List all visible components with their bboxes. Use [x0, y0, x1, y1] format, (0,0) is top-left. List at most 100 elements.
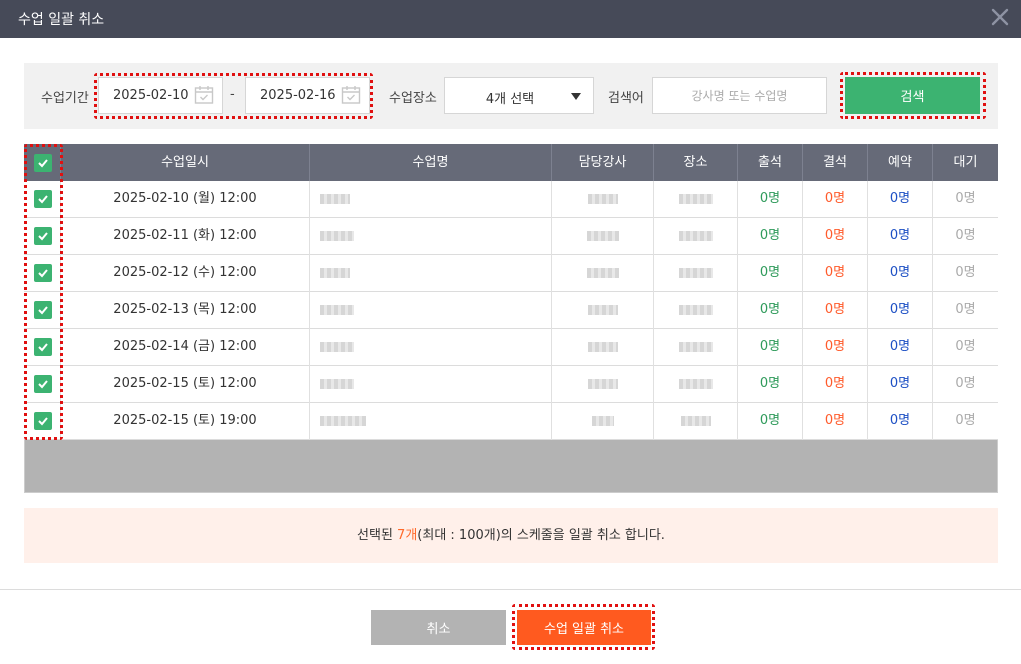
bulk-cancel-button[interactable]: 수업 일괄 취소	[517, 610, 651, 645]
checkbox-cell	[24, 329, 61, 366]
redacted-class-name	[320, 267, 350, 278]
start-date-field[interactable]: 2025-02-10	[98, 77, 223, 114]
class-name-cell	[310, 329, 552, 366]
absent-cell: 0명	[803, 255, 868, 292]
attend-cell: 0명	[738, 292, 803, 329]
row-checkbox[interactable]	[34, 301, 52, 319]
class-name-cell	[310, 255, 552, 292]
row-checkbox[interactable]	[34, 264, 52, 282]
header-datetime[interactable]: 수업일시	[61, 144, 310, 181]
reserve-cell: 0명	[868, 255, 933, 292]
row-checkbox[interactable]	[34, 375, 52, 393]
notice-prefix: 선택된	[357, 528, 398, 543]
absent-cell: 0명	[803, 292, 868, 329]
place-select[interactable]: 4개 선택	[444, 77, 594, 114]
table-row[interactable]: 2025-02-15 (토) 12:00 0명 0명 0명 0명	[24, 366, 998, 403]
dialog-titlebar: 수업 일괄 취소	[0, 0, 1021, 38]
table-row[interactable]: 2025-02-13 (목) 12:00 0명 0명 0명 0명	[24, 292, 998, 329]
check-icon	[38, 269, 48, 278]
dialog-title: 수업 일괄 취소	[18, 12, 105, 28]
redacted-instructor	[586, 267, 619, 278]
checkbox-cell	[24, 403, 61, 440]
table-header: 수업일시 수업명 담당강사 장소 출석 결석 예약 대기	[24, 144, 998, 181]
wait-cell: 0명	[955, 302, 976, 317]
keyword-label: 검색어	[608, 91, 644, 106]
header-attend[interactable]: 출석	[738, 144, 803, 181]
check-icon	[38, 417, 48, 426]
header-absent[interactable]: 결석	[803, 144, 868, 181]
cancel-button[interactable]: 취소	[371, 610, 506, 645]
absent-cell: 0명	[803, 366, 868, 403]
place-cell	[654, 403, 738, 440]
table-row[interactable]: 2025-02-15 (토) 19:00 0명 0명 0명 0명	[24, 403, 998, 440]
table-row[interactable]: 2025-02-10 (월) 12:00 0명 0명 0명 0명	[24, 181, 998, 218]
reserve-cell: 0명	[868, 366, 933, 403]
header-wait[interactable]: 대기	[933, 144, 998, 181]
absent-cell: 0명	[803, 403, 868, 440]
date-separator: -	[230, 87, 235, 102]
redacted-class-name	[320, 378, 354, 389]
redacted-place	[678, 193, 713, 204]
redacted-class-name	[320, 230, 354, 241]
reserve-cell: 0명	[868, 329, 933, 366]
calendar-icon[interactable]	[194, 85, 214, 105]
footer-divider	[0, 589, 1021, 590]
table-row[interactable]: 2025-02-12 (수) 12:00 0명 0명 0명 0명	[24, 255, 998, 292]
redacted-instructor	[587, 341, 618, 352]
row-checkbox[interactable]	[34, 338, 52, 356]
instructor-cell	[552, 329, 654, 366]
attend-cell: 0명	[738, 366, 803, 403]
check-icon	[38, 343, 48, 352]
redacted-class-name	[320, 341, 354, 352]
select-all-checkbox[interactable]	[34, 154, 52, 172]
place-cell	[654, 218, 738, 255]
header-place[interactable]: 장소	[654, 144, 738, 181]
place-cell	[654, 366, 738, 403]
table-empty-area	[24, 440, 998, 493]
datetime-cell: 2025-02-14 (금) 12:00	[61, 329, 310, 366]
table-row[interactable]: 2025-02-14 (금) 12:00 0명 0명 0명 0명	[24, 329, 998, 366]
wait-cell: 0명	[955, 191, 976, 206]
row-checkbox[interactable]	[34, 412, 52, 430]
place-label: 수업장소	[389, 91, 437, 106]
end-date-field[interactable]: 2025-02-16	[245, 77, 370, 114]
attend-cell: 0명	[738, 218, 803, 255]
place-cell	[654, 329, 738, 366]
check-icon	[38, 232, 48, 241]
redacted-instructor	[587, 378, 618, 389]
wait-cell: 0명	[955, 339, 976, 354]
row-checkbox[interactable]	[34, 227, 52, 245]
wait-cell: 0명	[955, 413, 976, 428]
absent-cell: 0명	[803, 218, 868, 255]
attend-cell: 0명	[738, 181, 803, 218]
attend-cell: 0명	[738, 403, 803, 440]
check-icon	[38, 380, 48, 389]
instructor-cell	[552, 292, 654, 329]
datetime-cell: 2025-02-13 (목) 12:00	[61, 292, 310, 329]
instructor-cell	[552, 181, 654, 218]
search-button[interactable]: 검색	[845, 77, 980, 114]
class-name-cell	[310, 292, 552, 329]
header-instructor[interactable]: 담당강사	[552, 144, 654, 181]
keyword-input[interactable]	[652, 77, 827, 114]
absent-cell: 0명	[803, 181, 868, 218]
check-icon	[38, 159, 48, 168]
close-icon[interactable]	[989, 6, 1011, 28]
notice-count: 7개	[397, 528, 418, 543]
attend-cell: 0명	[738, 329, 803, 366]
check-icon	[38, 306, 48, 315]
row-checkbox[interactable]	[34, 190, 52, 208]
checkbox-cell	[24, 366, 61, 403]
table-row[interactable]: 2025-02-11 (화) 12:00 0명 0명 0명 0명	[24, 218, 998, 255]
filter-bar: 수업기간 2025-02-10 - 2025-02-16 수업장소 4개 선택 …	[24, 63, 998, 129]
datetime-cell: 2025-02-12 (수) 12:00	[61, 255, 310, 292]
header-reserve[interactable]: 예약	[868, 144, 933, 181]
calendar-icon[interactable]	[341, 85, 361, 105]
place-cell	[654, 255, 738, 292]
header-class-name[interactable]: 수업명	[310, 144, 552, 181]
checkbox-cell	[24, 181, 61, 218]
redacted-class-name	[320, 415, 366, 426]
checkbox-cell	[24, 255, 61, 292]
datetime-cell: 2025-02-10 (월) 12:00	[61, 181, 310, 218]
period-label: 수업기간	[41, 91, 89, 106]
